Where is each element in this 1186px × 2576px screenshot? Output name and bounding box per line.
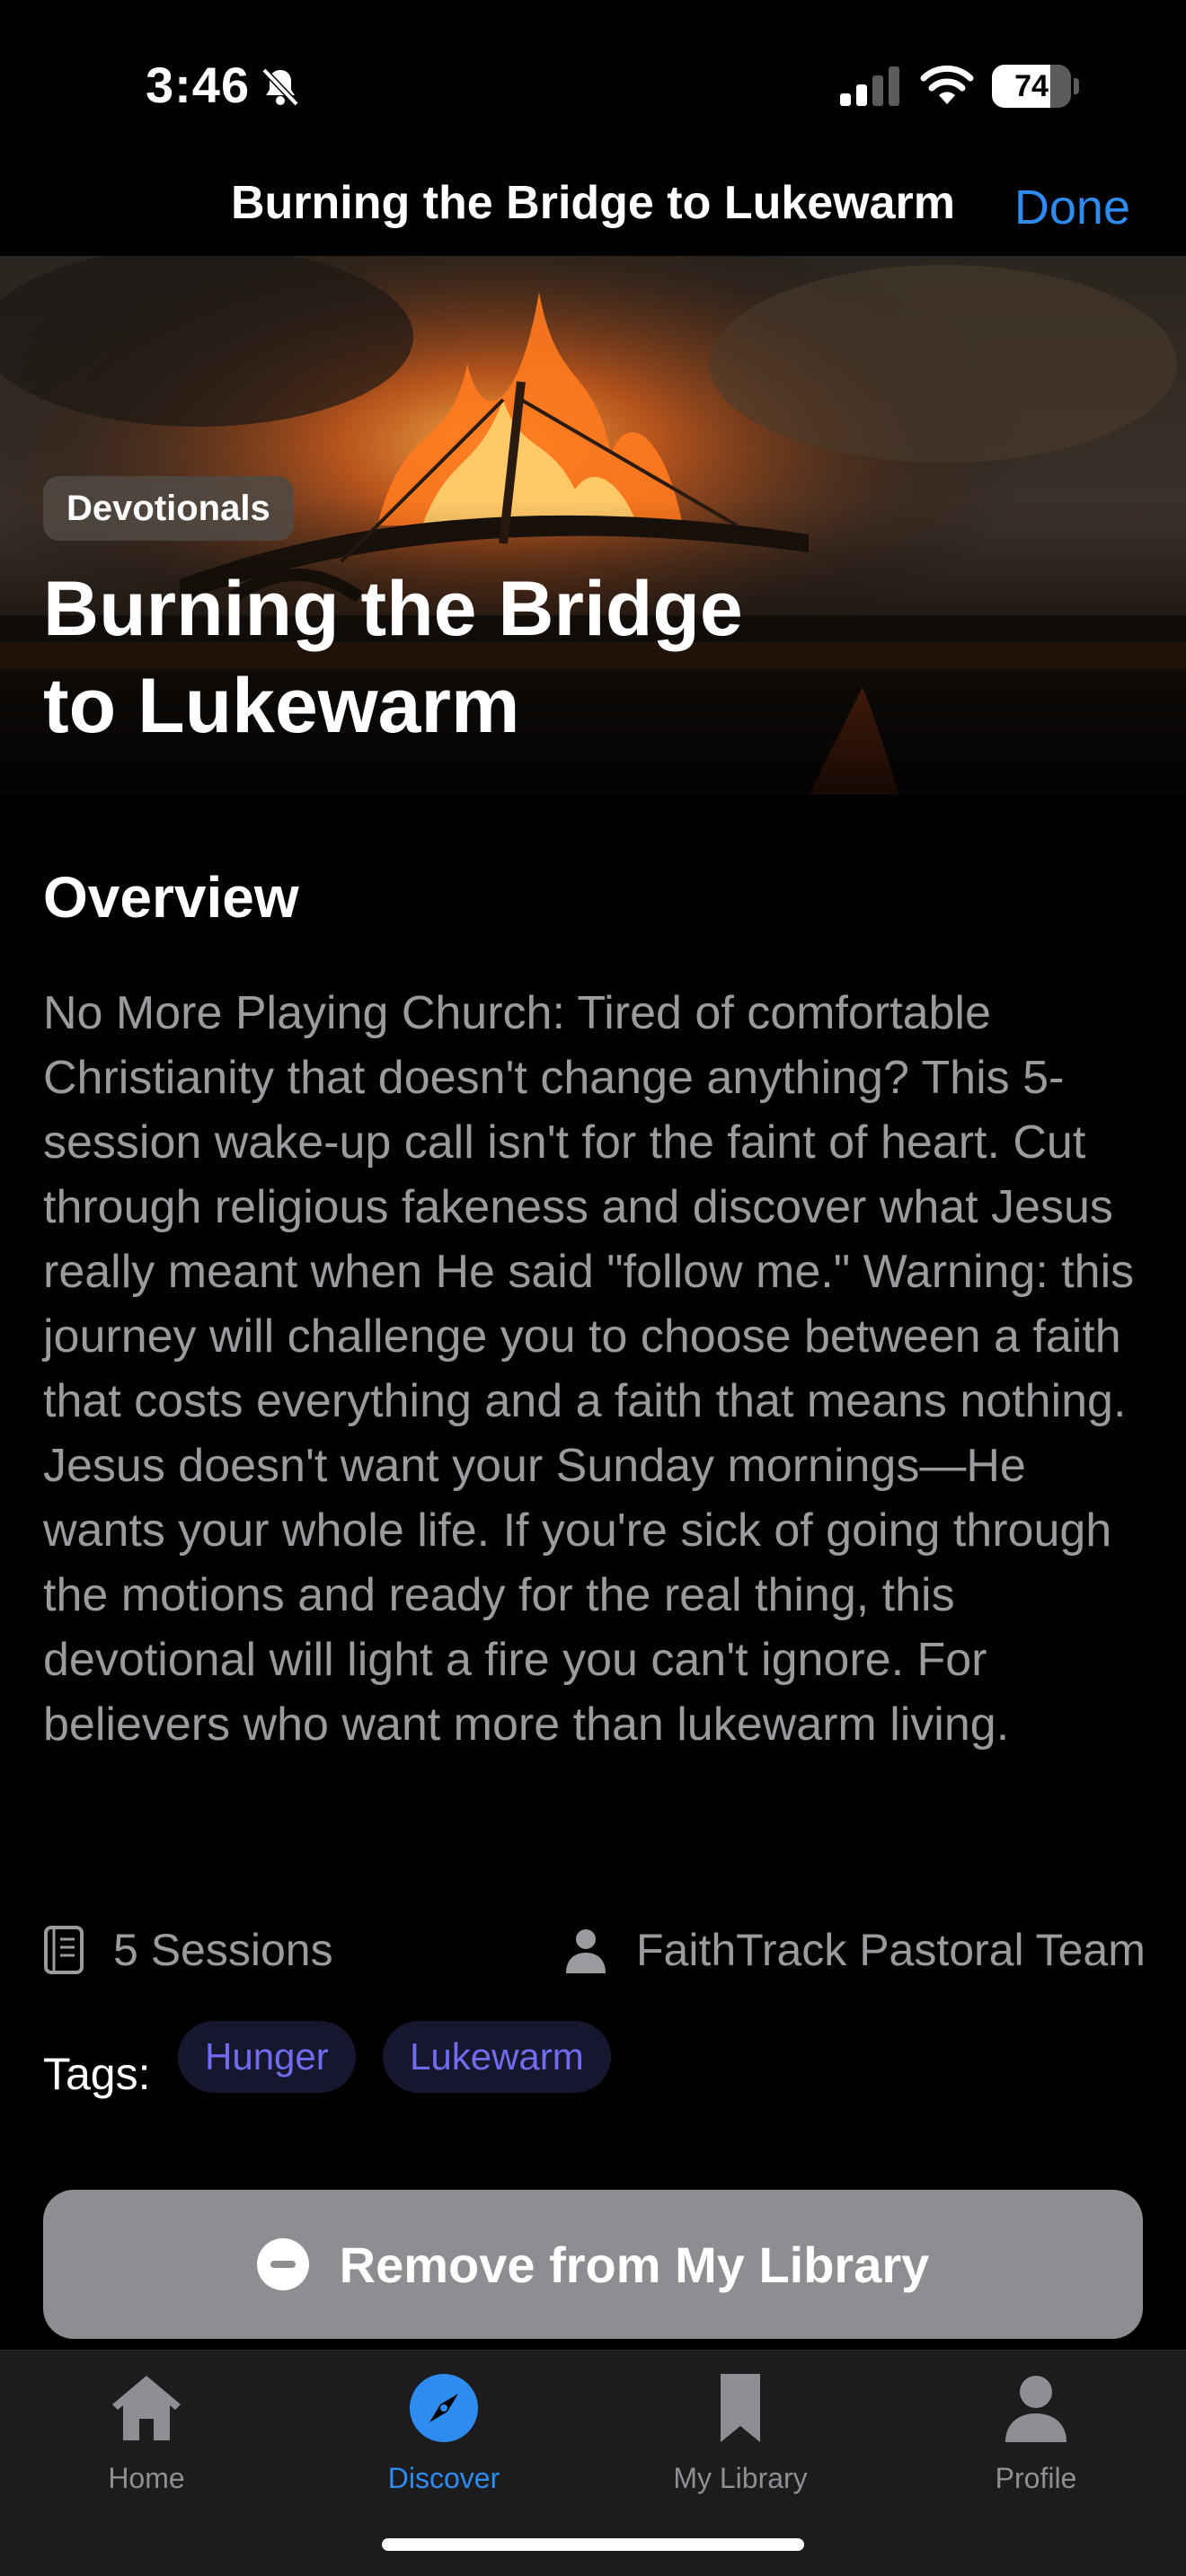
book-icon xyxy=(44,1926,84,1974)
nav-title-text: Burning the Bridge to Lukewarm xyxy=(230,177,956,229)
remove-from-library-button[interactable]: Remove from My Library xyxy=(43,2190,1143,2339)
hero-title-line-1: Burning the Bridge xyxy=(43,566,743,652)
nav-title: Burning the Bridge to Lukewarm xyxy=(0,176,1186,230)
tab-discover-label: Discover xyxy=(387,2462,500,2494)
tags-label: Tags: xyxy=(43,2049,151,2099)
author-info: FaithTrack Pastoral Team xyxy=(564,1924,1146,1976)
author-name: FaithTrack Pastoral Team xyxy=(636,1925,1146,1975)
home-indicator[interactable] xyxy=(382,2538,804,2551)
compass-icon xyxy=(410,2374,478,2442)
overview-description: No More Playing Church: Tired of comfort… xyxy=(43,987,1135,1751)
minus-circle-icon xyxy=(256,2238,309,2290)
tag-hunger[interactable]: Hunger xyxy=(178,2021,356,2093)
house-icon xyxy=(112,2376,181,2440)
sessions-count: 5 Sessions xyxy=(113,1925,333,1975)
tag-lukewarm[interactable]: Lukewarm xyxy=(383,2021,611,2093)
battery-percent: 74 xyxy=(1014,69,1049,103)
sessions-info: 5 Sessions xyxy=(43,1924,333,1976)
tab-home[interactable]: Home xyxy=(34,2370,259,2495)
done-button[interactable]: Done xyxy=(1014,180,1130,235)
bell-slash-icon xyxy=(261,67,299,107)
wifi-icon xyxy=(920,65,974,104)
tab-home-label: Home xyxy=(108,2462,185,2494)
overview-heading: Overview xyxy=(43,865,299,930)
remove-button-label: Remove from My Library xyxy=(339,2236,930,2293)
tab-profile[interactable]: Profile xyxy=(924,2370,1148,2495)
person-icon xyxy=(1005,2376,1067,2442)
person-icon xyxy=(566,1929,606,1973)
tab-my-library-label: My Library xyxy=(673,2462,808,2494)
battery-body: 74 xyxy=(992,65,1071,108)
tab-profile-label: Profile xyxy=(995,2462,1077,2494)
status-bar: 3:46 74 xyxy=(0,0,1186,171)
hero-title: Burning the Bridge to Lukewarm xyxy=(43,560,852,754)
battery-icon: 74 xyxy=(992,65,1079,108)
hero-title-line-2: to Lukewarm xyxy=(43,663,520,749)
category-badge: Devotionals xyxy=(43,476,294,541)
bookmark-icon xyxy=(721,2374,760,2442)
status-time: 3:46 xyxy=(146,57,251,113)
tab-discover[interactable]: Discover xyxy=(332,2370,556,2495)
battery-cap xyxy=(1074,78,1079,94)
cellular-signal-icon xyxy=(840,66,899,106)
tab-my-library[interactable]: My Library xyxy=(628,2370,853,2495)
